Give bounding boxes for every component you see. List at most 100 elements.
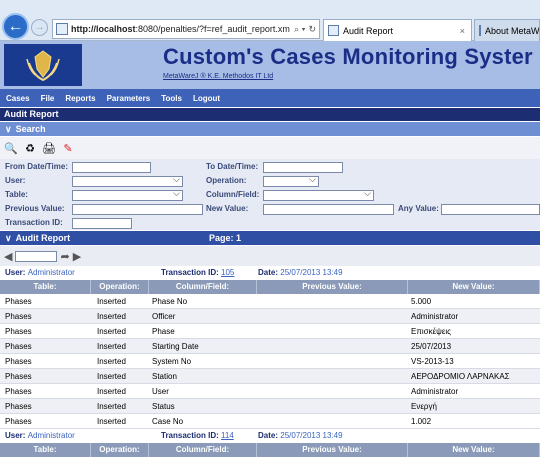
print-icon[interactable]: 🖨	[42, 141, 56, 155]
menu-file[interactable]: File	[41, 94, 55, 103]
from-date-input[interactable]	[72, 162, 151, 173]
cell-column: Starting Date	[152, 342, 199, 351]
cell-new: Administrator	[411, 312, 459, 321]
logo	[4, 44, 82, 86]
date-value: 25/07/2013 13:49	[280, 431, 343, 440]
column-header: Table:	[0, 280, 91, 294]
cell-operation: Inserted	[97, 357, 126, 366]
menu-tools[interactable]: Tools	[161, 94, 182, 103]
transaction-label: Transaction ID: 105	[161, 268, 235, 277]
pager: ◀ ➦ ▶	[0, 246, 540, 266]
operation-select[interactable]	[263, 174, 319, 187]
column-header: Column/Field:	[149, 443, 257, 457]
browser-toolbar: ← → http://localhost:8080/penalties/?f=r…	[0, 0, 540, 41]
cell-operation: Inserted	[97, 342, 126, 351]
to-date-input[interactable]	[263, 162, 343, 173]
cell-operation: Inserted	[97, 297, 126, 306]
app-header-banner: Custom's Cases Monitoring Syster MetaWar…	[0, 41, 540, 89]
cell-column: Station	[152, 372, 177, 381]
clear-search-icon[interactable]: ♻	[23, 141, 37, 155]
app-subtitle-link[interactable]: MetaWareJ ® K.E. Methodos IT Ltd	[163, 73, 273, 80]
page-number-input[interactable]	[15, 250, 58, 262]
cell-operation: Inserted	[97, 417, 126, 426]
tab-close-icon[interactable]: ×	[460, 26, 465, 36]
tab-about[interactable]: About MetaW	[474, 19, 540, 41]
menu-reports[interactable]: Reports	[65, 94, 95, 103]
audit-section-header[interactable]: ∨ Audit Report Page: 1	[0, 231, 540, 245]
cell-column: User	[152, 387, 169, 396]
new-value-label: New Value:	[206, 204, 249, 213]
transaction-header: User: Administrator Transaction ID: 114 Da…	[0, 429, 540, 443]
cell-operation: Inserted	[97, 312, 126, 321]
menu-logout[interactable]: Logout	[193, 94, 220, 103]
cell-operation: Inserted	[97, 372, 126, 381]
cell-column: Phase	[152, 327, 175, 336]
menu-cases[interactable]: Cases	[6, 94, 30, 103]
from-date-label: From Date/Time:	[5, 162, 68, 171]
column-header: Previous Value:	[257, 280, 408, 294]
cell-table: Phases	[5, 402, 32, 411]
tab-page-icon	[479, 25, 481, 36]
previous-value-label: Previous Value:	[5, 204, 65, 213]
table-row: Phases Inserted Station ΑΕΡΟΔΡΟΜΙΟ ΛΑΡΝΑΚΑΣ	[0, 369, 540, 384]
url-path: :8080/penalties/?f=ref_audit_report.xm	[135, 24, 290, 34]
refresh-icon[interactable]: ↻	[308, 24, 316, 35]
cell-new: 25/07/2013	[411, 342, 452, 351]
tab-audit-report[interactable]: Audit Report ×	[323, 19, 472, 41]
column-field-select[interactable]	[263, 188, 374, 201]
collapse-chevron-icon[interactable]: ∨	[5, 124, 12, 135]
column-header: Operation:	[91, 280, 149, 294]
cell-new: 1.002	[411, 417, 432, 426]
cell-new: ΑΕΡΟΔΡΟΜΙΟ ΛΑΡΝΑΚΑΣ	[411, 372, 510, 381]
date-label: Date: 25/07/2013 13:49	[258, 431, 343, 440]
tab-label: Audit Report	[343, 25, 394, 36]
new-value-input[interactable]	[263, 204, 394, 215]
date-label: Date: 25/07/2013 13:49	[258, 268, 343, 277]
address-bar[interactable]: http://localhost:8080/penalties/?f=ref_a…	[52, 19, 320, 39]
search-toolbar: 🔍 ♻ 🖨 ✎	[0, 137, 540, 159]
cell-column: System No	[152, 357, 192, 366]
table-row: Phases Inserted User Administrator	[0, 384, 540, 399]
transaction-id-link[interactable]: 105	[221, 268, 234, 277]
any-value-input[interactable]	[441, 204, 540, 215]
user-select[interactable]	[72, 174, 183, 187]
column-header: New Value:	[408, 280, 540, 294]
next-page-icon[interactable]: ▶	[73, 250, 81, 263]
pdf-export-icon[interactable]: ✎	[61, 141, 75, 155]
user-label: User:	[5, 176, 26, 185]
table-row: Phases Inserted Officer Administrator	[0, 309, 540, 324]
page-icon	[56, 23, 68, 35]
search-filters: From Date/Time: To Date/Time: User: Oper…	[0, 159, 540, 230]
collapse-chevron-icon[interactable]: ∨	[5, 233, 12, 244]
table-header: Table: Operation: Column/Field: Previous Va…	[0, 280, 540, 294]
transaction-label: Transaction ID: 114	[161, 431, 234, 440]
main-menu: Cases File Reports Parameters Tools Logo…	[0, 89, 540, 107]
back-button[interactable]: ←	[2, 13, 29, 40]
transaction-id-link[interactable]: 114	[221, 431, 234, 440]
forward-button[interactable]: →	[31, 19, 48, 36]
user-value[interactable]: Administrator	[28, 431, 75, 440]
previous-page-icon[interactable]: ◀	[4, 250, 12, 263]
cell-operation: Inserted	[97, 402, 126, 411]
cell-new: Ενεργή	[411, 402, 437, 411]
cell-column: Phase No	[152, 297, 188, 306]
search-dropdown-icon[interactable]: ⌕ ▾	[294, 24, 305, 35]
search-icon[interactable]: 🔍	[4, 141, 18, 155]
table-row: Phases Inserted Phase Επισκέψεις	[0, 324, 540, 339]
menu-parameters[interactable]: Parameters	[107, 94, 151, 103]
tab-page-icon	[328, 25, 339, 36]
search-section-header[interactable]: ∨ Search	[0, 122, 540, 136]
user-value[interactable]: Administrator	[28, 268, 75, 277]
column-header: New Value:	[408, 443, 540, 457]
previous-value-input[interactable]	[72, 204, 203, 215]
column-field-label: Column/Field:	[206, 190, 260, 199]
cell-new: 5.000	[411, 297, 432, 306]
transaction-id-label: Transaction ID:	[5, 218, 63, 227]
go-page-icon[interactable]: ➦	[60, 250, 69, 263]
table-row: Phases Inserted Phase No 5.000	[0, 294, 540, 309]
table-select[interactable]	[72, 188, 183, 201]
cell-table: Phases	[5, 312, 32, 321]
transaction-id-input[interactable]	[72, 218, 132, 229]
cell-table: Phases	[5, 387, 32, 396]
app-title: Custom's Cases Monitoring Syster	[163, 44, 533, 69]
